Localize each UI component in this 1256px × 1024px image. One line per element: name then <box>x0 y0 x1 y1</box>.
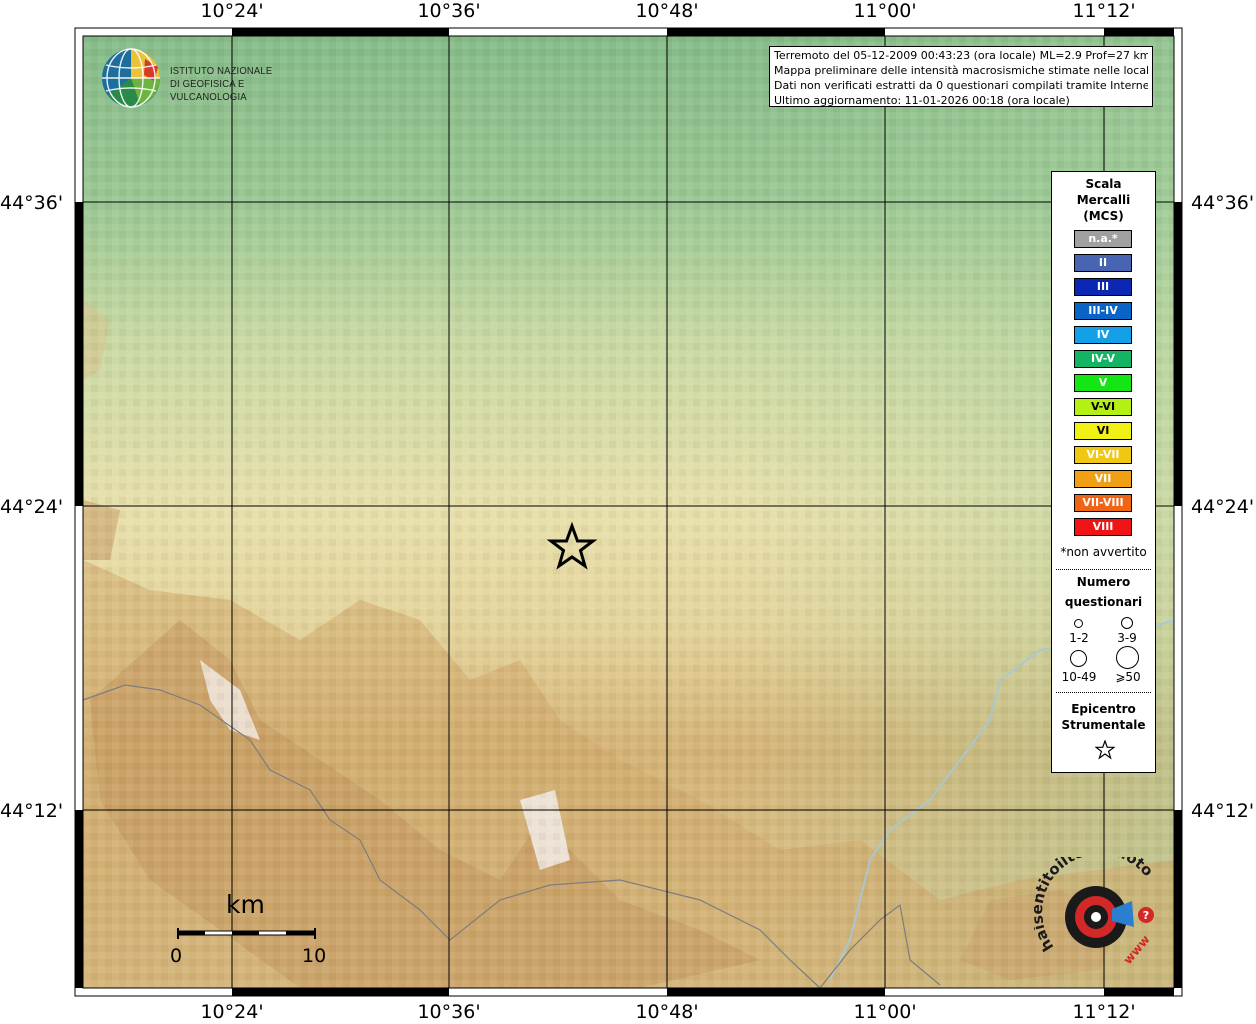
lon-tick-top-5: 11°12' <box>1072 0 1136 22</box>
haisentito-logo: haisentitoilterremoto.it ? www <box>1028 840 1174 977</box>
mcs-level-12: VII-VIII <box>1074 494 1132 512</box>
q-label-2: 3-9 <box>1117 631 1137 645</box>
scale-unit: km <box>226 890 265 919</box>
lon-tick-top-2: 10°36' <box>417 0 481 22</box>
event-info-line4: Ultimo aggiornamento: 11-01-2026 00:18 (… <box>774 94 1070 107</box>
lat-tick-right-1: 44°36' <box>1191 192 1255 214</box>
scale-min-label: 0 <box>170 945 183 967</box>
scale-max-label: 10 <box>302 945 327 967</box>
legend-title-mcs: (MCS) <box>1083 209 1124 223</box>
q-label-4: ⩾50 <box>1115 670 1141 684</box>
mcs-level-9: VI <box>1074 422 1132 440</box>
ingv-name-line1: ISTITUTO NAZIONALE <box>170 65 273 77</box>
legend-separator-2 <box>1056 692 1151 693</box>
lat-tick-right-3: 44°12' <box>1191 800 1255 822</box>
mcs-level-7: V <box>1074 374 1132 392</box>
mcs-level-6: IV-V <box>1074 350 1132 368</box>
lon-tick-bottom-4: 11°00' <box>853 1001 917 1023</box>
legend-title-scale: Scala <box>1085 177 1122 191</box>
mcs-level-3: III <box>1074 278 1132 296</box>
target-icon: haisentitoilterremoto.it ? www <box>1028 840 1157 967</box>
mcs-level-1: n.a.* <box>1074 230 1132 248</box>
ingv-name-line2: DI GEOFISICA E VULCANOLOGIA <box>170 78 247 103</box>
lat-tick-left-1: 44°36' <box>0 192 64 214</box>
scale-bar-graphic <box>177 928 316 939</box>
lon-tick-bottom-3: 10°48' <box>635 1001 699 1023</box>
mcs-level-2: II <box>1074 254 1132 272</box>
legend-separator-1 <box>1056 569 1151 570</box>
haisentito-www: www <box>1121 932 1153 966</box>
lat-tick-right-2: 44°24' <box>1191 496 1255 518</box>
legend-panel: Scala Mercalli (MCS) n.a.* II III III-IV IV I… <box>1051 171 1156 773</box>
lat-tick-left-3: 44°12' <box>0 800 64 822</box>
questionnaires-title-2: questionari <box>1064 595 1143 609</box>
mcs-level-11: VII <box>1074 470 1132 488</box>
mcs-level-10: VI-VII <box>1074 446 1132 464</box>
epicenter-title-2: Strumentale <box>1061 718 1146 732</box>
legend-star-icon <box>1095 740 1115 760</box>
circle-large-icon <box>1070 650 1087 667</box>
circle-small-icon <box>1074 619 1083 628</box>
mcs-level-5: IV <box>1074 326 1132 344</box>
event-info-box: Terremoto del 05-12-2009 00:43:23 (ora l… <box>769 46 1153 107</box>
lon-tick-top-1: 10°24' <box>200 0 264 22</box>
questionnaires-title-1: Numero <box>1076 575 1131 589</box>
terrain-layer <box>82 36 1175 989</box>
mcs-level-13: VIII <box>1074 518 1132 536</box>
mcs-level-8: V-VI <box>1074 398 1132 416</box>
circle-medium-icon <box>1121 617 1133 629</box>
mcs-level-4: III-IV <box>1074 302 1132 320</box>
event-info-line3: Dati non verificati estratti da 0 questi… <box>774 79 1148 92</box>
q-label-1: 1-2 <box>1069 631 1089 645</box>
ingv-logo-text: ISTITUTO NAZIONALE DI GEOFISICA E VULCAN… <box>170 65 314 104</box>
intensity-map: 10°24' 10°36' 10°48' 11°00' 11°12' 10°24… <box>0 0 1256 1024</box>
q-label-3: 10-49 <box>1061 670 1097 684</box>
lon-tick-bottom-1: 10°24' <box>200 1001 264 1023</box>
svg-text:?: ? <box>1143 909 1149 922</box>
lon-tick-bottom-2: 10°36' <box>417 1001 481 1023</box>
circle-xlarge-icon <box>1116 646 1139 669</box>
event-info-line1: Terremoto del 05-12-2009 00:43:23 (ora l… <box>774 49 1148 62</box>
ingv-logo: ISTITUTO NAZIONALE DI GEOFISICA E VULCAN… <box>100 47 330 111</box>
legend-title-mercalli: Mercalli <box>1076 193 1131 207</box>
event-info-line2: Mappa preliminare delle intensità macros… <box>774 64 1148 77</box>
lon-tick-top-4: 11°00' <box>853 0 917 22</box>
epicenter-title-1: Epicentro <box>1071 702 1136 716</box>
lat-tick-left-2: 44°24' <box>0 496 64 518</box>
lon-tick-bottom-5: 11°12' <box>1072 1001 1136 1023</box>
globe-icon <box>102 48 160 108</box>
lon-tick-top-3: 10°48' <box>635 0 699 22</box>
scale-bar: km 0 10 <box>168 890 338 970</box>
legend-note: *non avvertito <box>1060 545 1147 559</box>
